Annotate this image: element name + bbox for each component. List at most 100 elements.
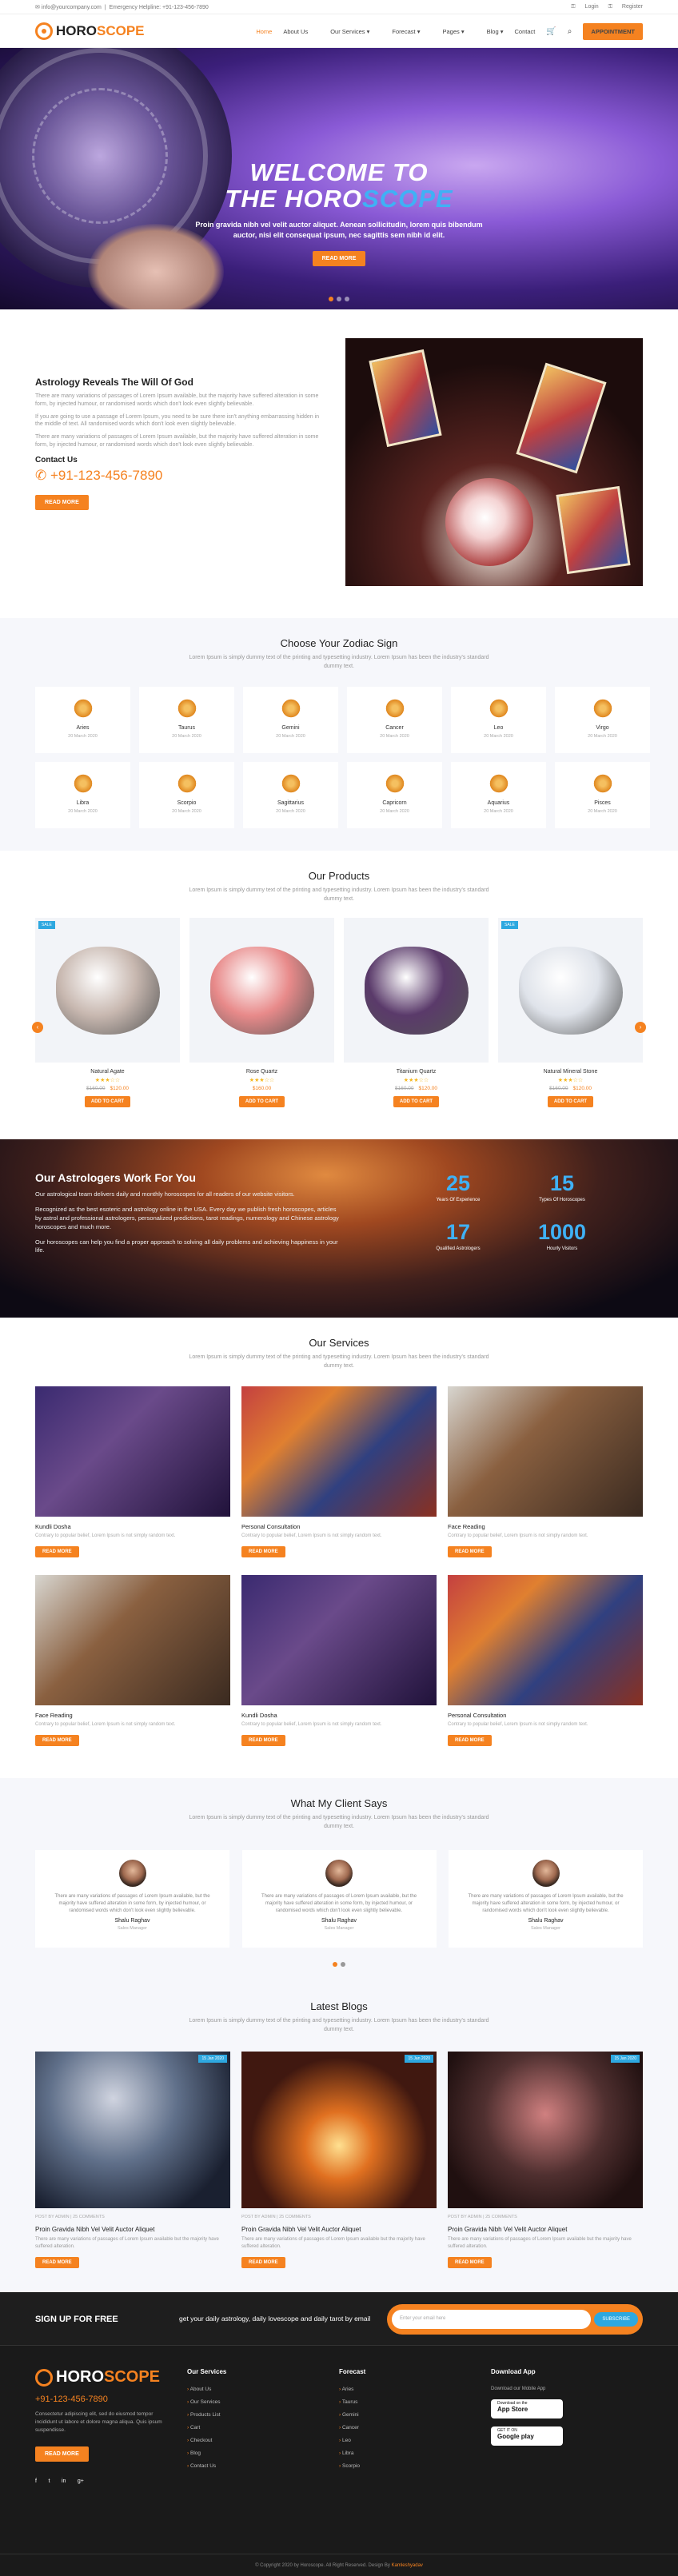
product-image[interactable]: SALE	[35, 918, 180, 1063]
site-logo[interactable]: HORO SCOPE	[35, 22, 145, 40]
zodiac-card[interactable]: Virgo 20 March 2020	[555, 687, 650, 753]
product-image[interactable]	[189, 918, 334, 1063]
add-to-cart-button[interactable]: ADD TO CART	[547, 1096, 594, 1107]
product-image[interactable]: SALE	[498, 918, 643, 1063]
service-image[interactable]	[35, 1386, 230, 1517]
service-name[interactable]: Kundli Dosha	[35, 1523, 230, 1530]
footer-link[interactable]: Aries	[339, 2387, 491, 2392]
product-name[interactable]: Natural Mineral Stone	[498, 1069, 643, 1075]
prev-arrow-icon[interactable]: ‹	[32, 1022, 43, 1033]
search-icon[interactable]: ⌕	[568, 27, 572, 36]
footer-link[interactable]: Our Services	[187, 2399, 339, 2405]
nav-home[interactable]: Home	[256, 28, 272, 35]
footer-logo[interactable]: HORO SCOPE	[35, 2368, 187, 2387]
service-read-more-button[interactable]: READ MORE	[241, 1546, 285, 1557]
add-to-cart-button[interactable]: ADD TO CART	[238, 1096, 285, 1107]
zodiac-card[interactable]: Capricorn 20 March 2020	[347, 762, 442, 828]
zodiac-card[interactable]: Aquarius 20 March 2020	[451, 762, 546, 828]
login-link[interactable]: ⚿ Login	[571, 4, 598, 10]
footer-link[interactable]: Taurus	[339, 2399, 491, 2405]
twitter-icon[interactable]: t	[48, 2478, 50, 2484]
designer-link[interactable]: Kamleshyadav	[392, 2563, 423, 2568]
service-read-more-button[interactable]: READ MORE	[35, 1546, 79, 1557]
footer-link[interactable]: Products List	[187, 2412, 339, 2418]
facebook-icon[interactable]: f	[35, 2478, 37, 2484]
footer-link[interactable]: Cart	[187, 2425, 339, 2430]
footer-link[interactable]: About Us	[187, 2387, 339, 2392]
service-read-more-button[interactable]: READ MORE	[35, 1735, 79, 1746]
zodiac-card[interactable]: Scorpio 20 March 2020	[139, 762, 234, 828]
zodiac-card[interactable]: Leo 20 March 2020	[451, 687, 546, 753]
nav-about[interactable]: About Us	[283, 28, 308, 35]
service-name[interactable]: Personal Consultation	[241, 1523, 437, 1530]
register-link[interactable]: ⚿ Register	[608, 4, 643, 10]
blog-title[interactable]: Proin Gravida Nibh Vel Velit Auctor Aliq…	[241, 2226, 437, 2233]
nav-contact[interactable]: Contact	[514, 28, 535, 35]
footer-link[interactable]: Cancer	[339, 2425, 491, 2430]
service-name[interactable]: Face Reading	[448, 1523, 643, 1530]
blog-title[interactable]: Proin Gravida Nibh Vel Velit Auctor Aliq…	[448, 2226, 643, 2233]
zodiac-card[interactable]: Cancer 20 March 2020	[347, 687, 442, 753]
topbar-email[interactable]: info@yourcompany.com	[42, 5, 102, 10]
service-name[interactable]: Personal Consultation	[448, 1712, 643, 1719]
footer-link[interactable]: Libra	[339, 2450, 491, 2456]
footer-link[interactable]: Blog	[187, 2450, 339, 2456]
linkedin-icon[interactable]: in	[62, 2478, 66, 2484]
add-to-cart-button[interactable]: ADD TO CART	[84, 1096, 131, 1107]
app-store-badge[interactable]: Download on the App Store	[491, 2399, 563, 2418]
blog-read-more-button[interactable]: READ MORE	[35, 2257, 79, 2268]
footer-link[interactable]: Contact Us	[187, 2463, 339, 2469]
add-to-cart-button[interactable]: ADD TO CART	[393, 1096, 440, 1107]
product-name[interactable]: Natural Agate	[35, 1069, 180, 1075]
footer-link[interactable]: Checkout	[187, 2438, 339, 2443]
footer-read-more-button[interactable]: READ MORE	[35, 2446, 89, 2462]
footer-phone[interactable]: +91-123-456-7890	[35, 2395, 187, 2404]
carousel-dot[interactable]	[333, 1962, 337, 1967]
next-arrow-icon[interactable]: ›	[635, 1022, 646, 1033]
footer-link[interactable]: Leo	[339, 2438, 491, 2443]
service-read-more-button[interactable]: READ MORE	[448, 1735, 492, 1746]
service-name[interactable]: Face Reading	[35, 1712, 230, 1719]
service-read-more-button[interactable]: READ MORE	[241, 1735, 285, 1746]
blog-title[interactable]: Proin Gravida Nibh Vel Velit Auctor Aliq…	[35, 2226, 230, 2233]
appointment-button[interactable]: APPOINTMENT	[583, 22, 643, 40]
subscribe-button[interactable]: SUBSCRIBE	[594, 2311, 638, 2327]
product-name[interactable]: Titanium Quartz	[344, 1069, 489, 1075]
nav-forecast[interactable]: Forecast ▾	[381, 28, 420, 35]
zodiac-card[interactable]: Sagittarius 20 March 2020	[243, 762, 338, 828]
product-name[interactable]: Rose Quartz	[189, 1069, 334, 1075]
cart-icon[interactable]: 🛒	[546, 27, 556, 36]
newsletter-email-input[interactable]: Enter your email here	[392, 2309, 592, 2329]
blog-image[interactable]: 15 Jan 2020	[35, 2052, 230, 2208]
slider-dot[interactable]	[345, 297, 349, 301]
hero-read-more-button[interactable]: READ MORE	[312, 251, 366, 267]
service-image[interactable]	[241, 1575, 437, 1705]
google-plus-icon[interactable]: g+	[78, 2478, 84, 2484]
service-image[interactable]	[448, 1386, 643, 1517]
service-image[interactable]	[241, 1386, 437, 1517]
zodiac-card[interactable]: Taurus 20 March 2020	[139, 687, 234, 753]
slider-dot[interactable]	[329, 297, 333, 301]
service-read-more-button[interactable]: READ MORE	[448, 1546, 492, 1557]
product-image[interactable]	[344, 918, 489, 1063]
footer-link[interactable]: Gemini	[339, 2412, 491, 2418]
footer-link[interactable]: Scorpio	[339, 2463, 491, 2469]
blog-read-more-button[interactable]: READ MORE	[448, 2257, 492, 2268]
nav-services[interactable]: Our Services ▾	[319, 28, 369, 35]
blog-read-more-button[interactable]: READ MORE	[241, 2257, 285, 2268]
blog-image[interactable]: 15 Jan 2020	[241, 2052, 437, 2208]
blog-image[interactable]: 15 Jan 2020	[448, 2052, 643, 2208]
zodiac-card[interactable]: Libra 20 March 2020	[35, 762, 130, 828]
zodiac-card[interactable]: Pisces 20 March 2020	[555, 762, 650, 828]
slider-dot[interactable]	[337, 297, 341, 301]
service-image[interactable]	[448, 1575, 643, 1705]
google-play-badge[interactable]: GET IT ON Google play	[491, 2426, 563, 2446]
service-image[interactable]	[35, 1575, 230, 1705]
service-name[interactable]: Kundli Dosha	[241, 1712, 437, 1719]
nav-blog[interactable]: Blog ▾	[476, 28, 504, 35]
about-phone[interactable]: ✆ +91-123-456-7890	[35, 468, 327, 484]
carousel-dot[interactable]	[341, 1962, 345, 1967]
nav-pages[interactable]: Pages ▾	[431, 28, 464, 35]
about-read-more-button[interactable]: READ MORE	[35, 494, 89, 510]
zodiac-card[interactable]: Gemini 20 March 2020	[243, 687, 338, 753]
